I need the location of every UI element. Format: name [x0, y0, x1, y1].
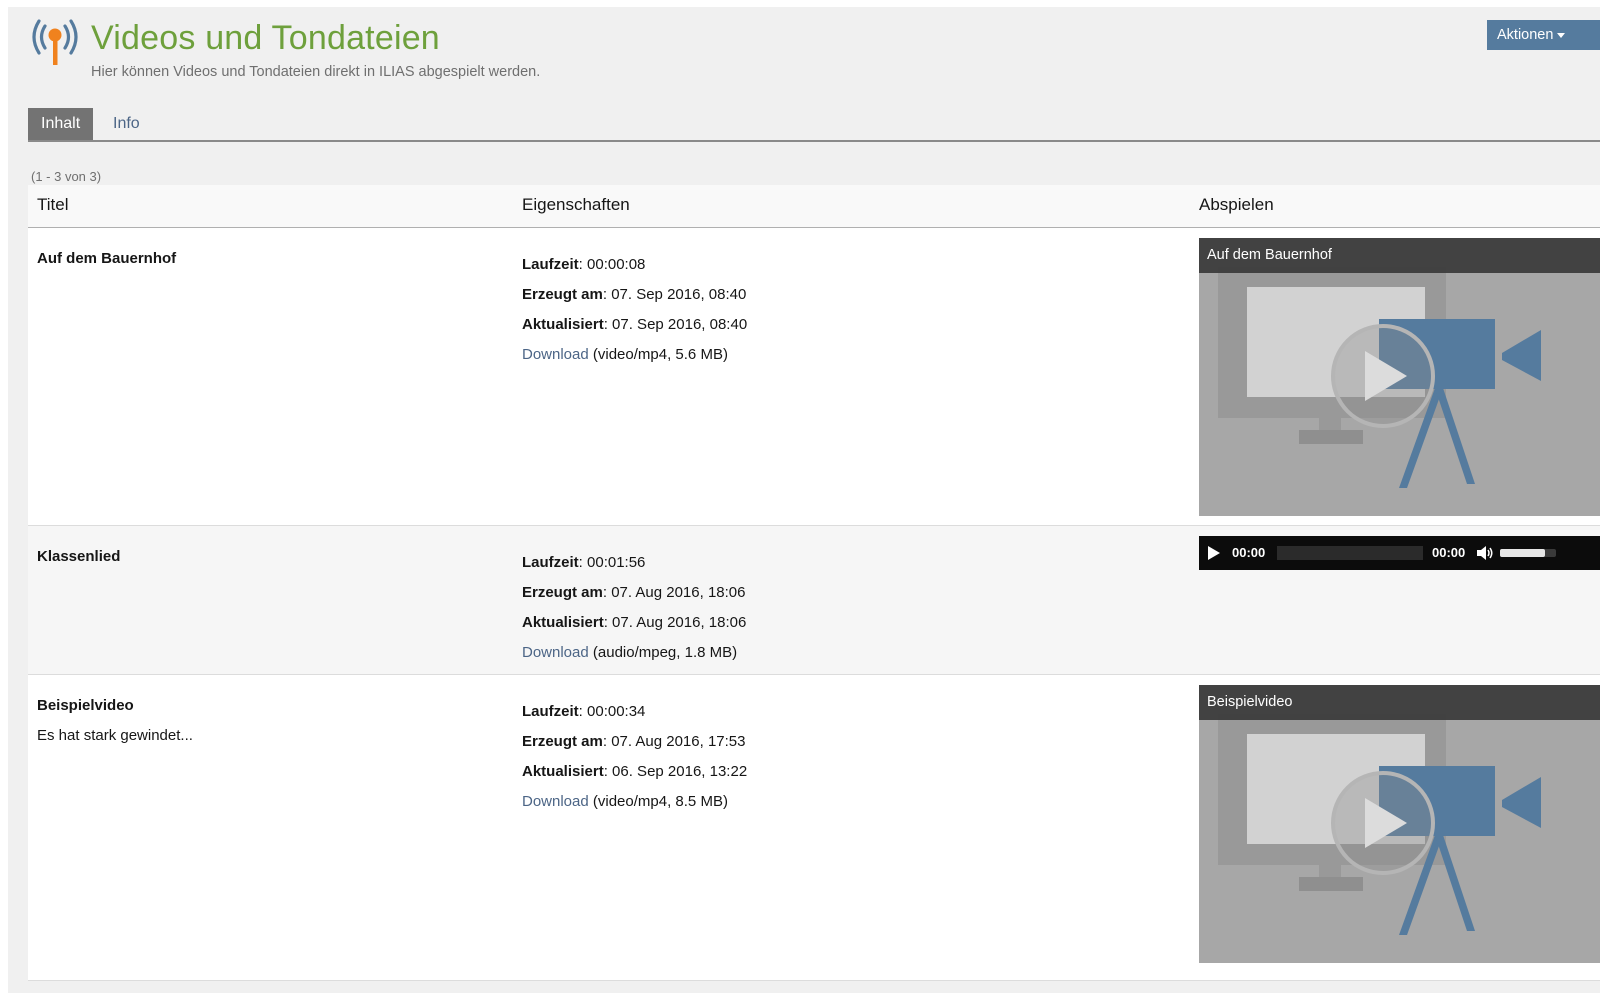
property-label: Erzeugt am — [522, 286, 603, 303]
item-properties: Laufzeit: 00:00:34 Erzeugt am: 07. Aug 2… — [522, 697, 747, 817]
property-created: Erzeugt am: 07. Sep 2016, 08:40 — [522, 280, 747, 310]
property-label: Erzeugt am — [522, 584, 603, 601]
video-player[interactable]: Auf dem Bauernhof — [1199, 238, 1600, 516]
video-caption: Beispielvideo — [1199, 685, 1600, 720]
property-runtime: Laufzeit: 00:00:34 — [522, 697, 747, 727]
app-window: Videos und Tondateien Hier können Videos… — [8, 7, 1600, 993]
tab-bar: Inhalt Info — [28, 108, 1600, 142]
table-header: Titel Eigenschaften Abspielen — [28, 185, 1600, 228]
property-value: : 06. Sep 2016, 13:22 — [603, 763, 748, 780]
video-caption: Auf dem Bauernhof — [1199, 238, 1600, 273]
property-value: : 07. Aug 2016, 18:06 — [602, 584, 746, 601]
table-row: Auf dem Bauernhof Laufzeit: 00:00:08 Erz… — [28, 228, 1600, 526]
property-created: Erzeugt am: 07. Aug 2016, 17:53 — [522, 727, 747, 757]
video-player[interactable]: Beispielvideo — [1199, 685, 1600, 963]
item-properties: Laufzeit: 00:00:08 Erzeugt am: 07. Sep 2… — [522, 250, 747, 370]
tab-info[interactable]: Info — [100, 108, 153, 140]
property-updated: Aktualisiert: 06. Sep 2016, 13:22 — [522, 757, 747, 787]
property-updated: Aktualisiert: 07. Sep 2016, 08:40 — [522, 310, 747, 340]
video-poster-camera-icon — [1218, 267, 1541, 488]
broadcast-icon — [32, 19, 78, 65]
file-info: (video/mp4, 5.6 MB) — [588, 346, 728, 363]
volume-slider[interactable] — [1500, 549, 1556, 557]
video-poster-camera-icon — [1218, 714, 1541, 935]
item-title: Klassenlied — [37, 548, 121, 565]
volume-level — [1500, 549, 1545, 557]
property-label: Laufzeit — [522, 256, 579, 273]
column-header-properties: Eigenschaften — [522, 195, 630, 214]
table-row: Klassenlied Laufzeit: 00:01:56 Erzeugt a… — [28, 526, 1600, 675]
property-value: : 00:00:34 — [578, 703, 646, 720]
property-label: Erzeugt am — [522, 733, 603, 750]
property-download: Download (audio/mpeg, 1.8 MB) — [522, 638, 746, 668]
table-row: Beispielvideo Es hat stark gewindet... L… — [28, 675, 1600, 981]
property-runtime: Laufzeit: 00:00:08 — [522, 250, 747, 280]
item-properties: Laufzeit: 00:01:56 Erzeugt am: 07. Aug 2… — [522, 548, 746, 668]
current-time: 00:00 — [1232, 545, 1266, 560]
actions-dropdown-button[interactable]: Aktionen — [1487, 20, 1600, 50]
volume-icon[interactable] — [1476, 545, 1494, 561]
property-created: Erzeugt am: 07. Aug 2016, 18:06 — [522, 578, 746, 608]
file-info: (audio/mpeg, 1.8 MB) — [588, 644, 738, 661]
download-link[interactable]: Download — [522, 644, 589, 661]
property-label: Aktualisiert — [522, 614, 604, 631]
item-title: Auf dem Bauernhof — [37, 250, 177, 267]
item-count: (1 - 3 von 3) — [31, 169, 102, 184]
tab-inhalt[interactable]: Inhalt — [28, 108, 94, 140]
property-value: : 07. Sep 2016, 08:40 — [602, 286, 747, 303]
play-icon[interactable] — [1208, 546, 1220, 560]
property-value: : 00:00:08 — [578, 256, 646, 273]
download-link[interactable]: Download — [522, 346, 589, 363]
property-value: : 00:01:56 — [578, 554, 646, 571]
column-header-play: Abspielen — [1199, 195, 1274, 214]
page-title: Videos und Tondateien — [91, 19, 440, 57]
property-label: Aktualisiert — [522, 316, 604, 333]
property-runtime: Laufzeit: 00:01:56 — [522, 548, 746, 578]
property-label: Laufzeit — [522, 554, 579, 571]
media-table: Titel Eigenschaften Abspielen Auf dem Ba… — [28, 185, 1600, 981]
file-info: (video/mp4, 8.5 MB) — [588, 793, 728, 810]
property-label: Laufzeit — [522, 703, 579, 720]
property-download: Download (video/mp4, 5.6 MB) — [522, 340, 747, 370]
column-header-title: Titel — [37, 195, 69, 214]
item-description: Es hat stark gewindet... — [37, 727, 193, 744]
duration: 00:00 — [1432, 545, 1466, 560]
caret-down-icon — [1557, 32, 1566, 38]
page-description: Hier können Videos und Tondateien direkt… — [91, 64, 541, 80]
property-value: : 07. Aug 2016, 18:06 — [603, 614, 747, 631]
property-download: Download (video/mp4, 8.5 MB) — [522, 787, 747, 817]
download-link[interactable]: Download — [522, 793, 589, 810]
item-title: Beispielvideo — [37, 697, 134, 714]
property-updated: Aktualisiert: 07. Aug 2016, 18:06 — [522, 608, 746, 638]
seek-bar[interactable] — [1277, 546, 1423, 560]
property-value: : 07. Aug 2016, 17:53 — [602, 733, 746, 750]
actions-label: Aktionen — [1497, 27, 1554, 43]
property-label: Aktualisiert — [522, 763, 604, 780]
property-value: : 07. Sep 2016, 08:40 — [603, 316, 748, 333]
audio-player: 00:00 00:00 — [1199, 536, 1600, 570]
